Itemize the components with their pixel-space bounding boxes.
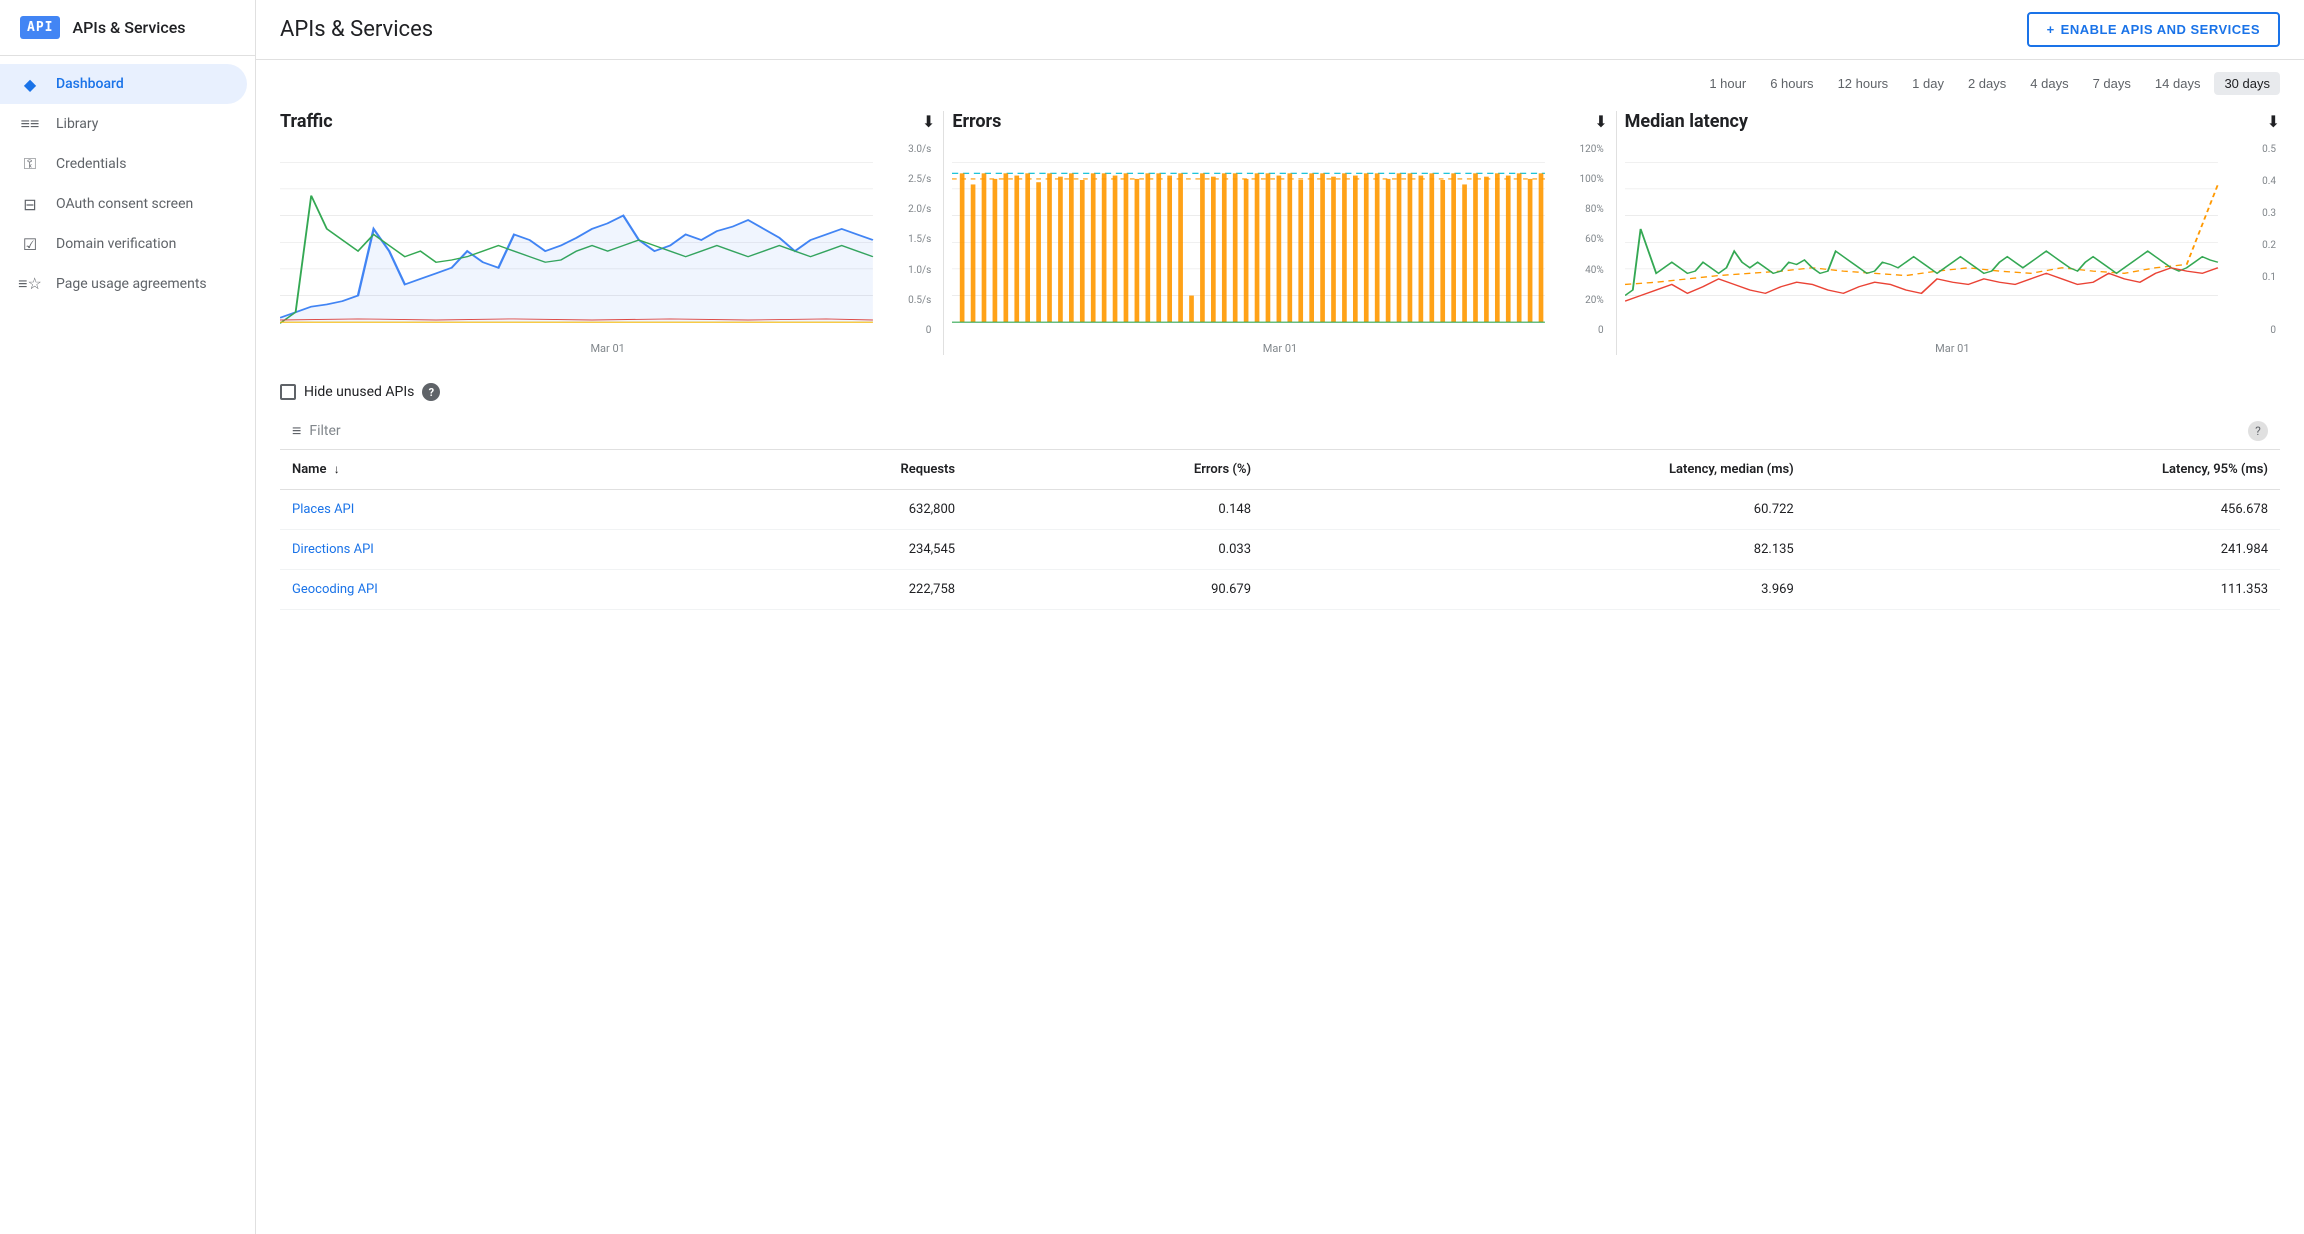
time-btn-12-hours[interactable]: 12 hours <box>1828 72 1899 95</box>
sidebar-item-label-domain: Domain verification <box>56 236 176 252</box>
table-row: Geocoding API 222,758 90.679 3.969 111.3… <box>280 570 2280 610</box>
sidebar-header: API APIs & Services <box>0 0 255 56</box>
cell-latency-95: 456.678 <box>1806 490 2280 530</box>
errors-chart-title: Errors <box>952 111 1001 132</box>
traffic-chart-title: Traffic <box>280 111 333 132</box>
time-btn-2-days[interactable]: 2 days <box>1958 72 2016 95</box>
sidebar-item-credentials[interactable]: ⚿ Credentials <box>0 144 247 184</box>
sidebar-item-label-page_usage: Page usage agreements <box>56 276 207 292</box>
time-btn-1-hour[interactable]: 1 hour <box>1699 72 1756 95</box>
sidebar-item-oauth[interactable]: ⊟ OAuth consent screen <box>0 184 247 224</box>
time-btn-4-days[interactable]: 4 days <box>2020 72 2078 95</box>
col-requests: Requests <box>680 450 967 490</box>
cell-requests: 234,545 <box>680 530 967 570</box>
api-table-section: ≡ Filter ? Name ↓ Requests Errors (%) La… <box>256 413 2304 634</box>
table-filter-row: ≡ Filter ? <box>280 413 2280 450</box>
latency-chart-wrapper: 0.50.40.30.20.10 <box>1625 140 2280 340</box>
cell-errors: 0.148 <box>967 490 1263 530</box>
traffic-y-labels: 3.0/s2.5/s2.0/s1.5/s1.0/s0.5/s0 <box>897 140 935 340</box>
col-latency-95: Latency, 95% (ms) <box>1806 450 2280 490</box>
oauth-nav-icon: ⊟ <box>20 194 40 214</box>
traffic-x-label: Mar 01 <box>280 342 935 355</box>
traffic-chart-wrapper: 3.0/s2.5/s2.0/s1.5/s1.0/s0.5/s0 <box>280 140 935 340</box>
filter-text: Filter <box>309 423 340 439</box>
time-btn-7-days[interactable]: 7 days <box>2083 72 2141 95</box>
enable-btn-label: ENABLE APIS AND SERVICES <box>2061 22 2260 37</box>
time-btn-6-hours[interactable]: 6 hours <box>1760 72 1823 95</box>
cell-name[interactable]: Directions API <box>280 530 680 570</box>
sidebar: API APIs & Services ◆ Dashboard ≡≡ Libra… <box>0 0 256 1234</box>
filter-icon: ≡ <box>292 421 301 441</box>
errors-chart-wrapper: 120%100%80%60%40%20%0 <box>952 140 1607 340</box>
api-logo: API <box>20 16 60 39</box>
col-errors: Errors (%) <box>967 450 1263 490</box>
dashboard-nav-icon: ◆ <box>20 74 40 94</box>
cell-errors: 90.679 <box>967 570 1263 610</box>
latency-chart: Median latency ⬇ <box>1625 111 2280 355</box>
cell-requests: 632,800 <box>680 490 967 530</box>
credentials-nav-icon: ⚿ <box>20 154 40 174</box>
hide-unused-checkbox[interactable] <box>280 384 296 400</box>
col-name: Name ↓ <box>280 450 680 490</box>
errors-y-labels: 120%100%80%60%40%20%0 <box>1570 140 1608 340</box>
charts-area: Traffic ⬇ <box>256 95 2304 371</box>
errors-download-icon[interactable]: ⬇ <box>1594 112 1607 131</box>
cell-name[interactable]: Places API <box>280 490 680 530</box>
traffic-chart: Traffic ⬇ <box>280 111 935 355</box>
main-header: APIs & Services + ENABLE APIS AND SERVIC… <box>256 0 2304 60</box>
table-help-icon[interactable]: ? <box>2248 421 2268 441</box>
enable-apis-button[interactable]: + ENABLE APIS AND SERVICES <box>2027 12 2280 47</box>
hide-unused-help-icon[interactable]: ? <box>422 383 440 401</box>
time-btn-14-days[interactable]: 14 days <box>2145 72 2211 95</box>
time-range-selector: 1 hour6 hours12 hours1 day2 days4 days7 … <box>256 60 2304 95</box>
sidebar-item-domain[interactable]: ☑ Domain verification <box>0 224 247 264</box>
page-title: APIs & Services <box>280 17 2011 42</box>
sort-icon[interactable]: ↓ <box>334 462 340 476</box>
sidebar-nav: ◆ Dashboard ≡≡ Library ⚿ Credentials ⊟ O… <box>0 56 255 1234</box>
errors-x-label: Mar 01 <box>952 342 1607 355</box>
sidebar-title: APIs & Services <box>72 18 185 37</box>
plus-icon: + <box>2047 22 2055 37</box>
cell-latency-median: 82.135 <box>1263 530 1806 570</box>
table-row: Places API 632,800 0.148 60.722 456.678 <box>280 490 2280 530</box>
traffic-download-icon[interactable]: ⬇ <box>922 112 935 131</box>
time-btn-1-day[interactable]: 1 day <box>1902 72 1954 95</box>
cell-latency-median: 60.722 <box>1263 490 1806 530</box>
sidebar-item-label-library: Library <box>56 116 98 132</box>
sidebar-item-label-dashboard: Dashboard <box>56 76 124 92</box>
page_usage-nav-icon: ≡☆ <box>20 274 40 294</box>
latency-chart-title: Median latency <box>1625 111 1748 132</box>
sidebar-item-label-credentials: Credentials <box>56 156 126 172</box>
library-nav-icon: ≡≡ <box>20 114 40 134</box>
time-btn-30-days[interactable]: 30 days <box>2214 72 2280 95</box>
cell-latency-95: 241.984 <box>1806 530 2280 570</box>
domain-nav-icon: ☑ <box>20 234 40 254</box>
cell-requests: 222,758 <box>680 570 967 610</box>
cell-latency-95: 111.353 <box>1806 570 2280 610</box>
table-row: Directions API 234,545 0.033 82.135 241.… <box>280 530 2280 570</box>
cell-latency-median: 3.969 <box>1263 570 1806 610</box>
api-table: Name ↓ Requests Errors (%) Latency, medi… <box>280 450 2280 610</box>
cell-errors: 0.033 <box>967 530 1263 570</box>
latency-y-labels: 0.50.40.30.20.10 <box>2242 140 2280 340</box>
latency-x-label: Mar 01 <box>1625 342 2280 355</box>
sidebar-item-page_usage[interactable]: ≡☆ Page usage agreements <box>0 264 247 304</box>
chart-divider-1 <box>943 111 944 355</box>
main-content: APIs & Services + ENABLE APIS AND SERVIC… <box>256 0 2304 1234</box>
sidebar-item-dashboard[interactable]: ◆ Dashboard <box>0 64 247 104</box>
chart-divider-2 <box>1616 111 1617 355</box>
table-header-row: Name ↓ Requests Errors (%) Latency, medi… <box>280 450 2280 490</box>
hide-unused-label: Hide unused APIs <box>304 384 414 400</box>
hide-unused-row: Hide unused APIs ? <box>256 371 2304 413</box>
errors-chart: Errors ⬇ <box>952 111 1607 355</box>
api-table-body: Places API 632,800 0.148 60.722 456.678 … <box>280 490 2280 610</box>
latency-download-icon[interactable]: ⬇ <box>2267 112 2280 131</box>
col-latency-median: Latency, median (ms) <box>1263 450 1806 490</box>
sidebar-item-label-oauth: OAuth consent screen <box>56 196 193 212</box>
sidebar-item-library[interactable]: ≡≡ Library <box>0 104 247 144</box>
cell-name[interactable]: Geocoding API <box>280 570 680 610</box>
